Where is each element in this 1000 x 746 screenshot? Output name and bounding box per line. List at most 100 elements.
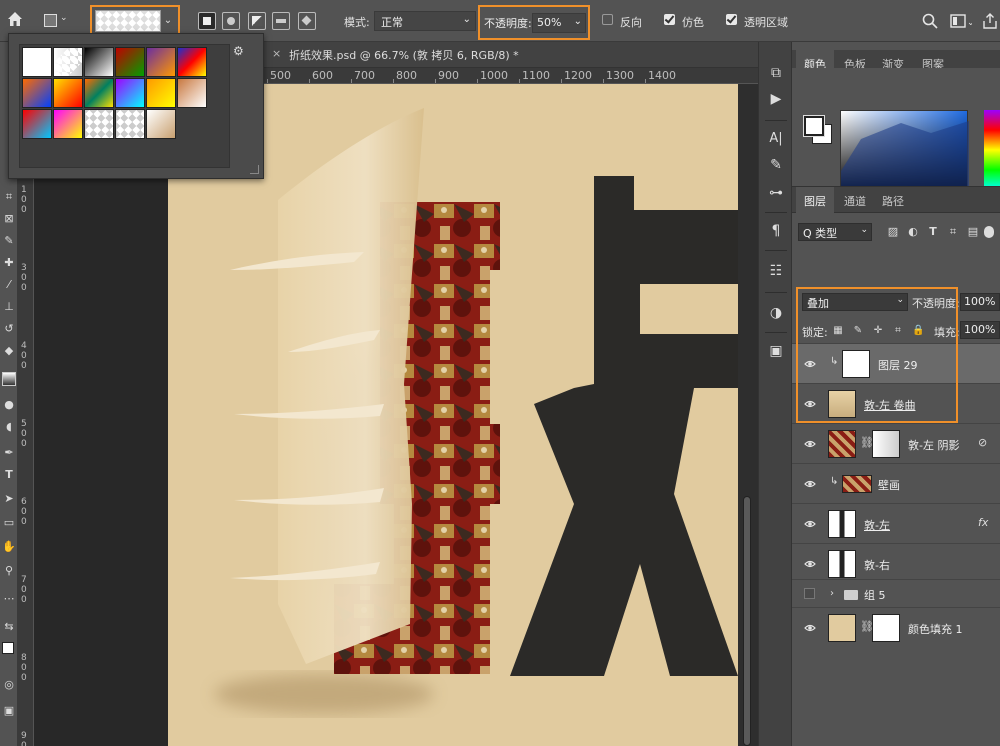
linear-gradient-button[interactable]	[198, 12, 216, 30]
zoom-tool-icon[interactable]: ⚲	[2, 564, 16, 578]
eye-icon[interactable]	[804, 622, 816, 634]
fx-icon[interactable]: fx	[978, 516, 988, 529]
brush-tool-icon[interactable]: ⁄	[2, 278, 16, 292]
pen-tool-icon[interactable]: ✒	[2, 446, 16, 460]
tab-channels[interactable]: 通道	[836, 187, 874, 213]
layer-mask-thumbnail[interactable]	[872, 430, 900, 458]
gradient-preset-swatch[interactable]	[22, 47, 52, 77]
vertical-scrollbar[interactable]	[738, 84, 758, 746]
lock-all-icon[interactable]: 🔒	[912, 325, 924, 337]
tab-paths[interactable]: 路径	[874, 187, 912, 213]
type-tool-icon[interactable]: T	[2, 468, 16, 482]
gradient-preset-swatch[interactable]	[146, 109, 176, 139]
lock-artboard-icon[interactable]: ⌗	[892, 325, 904, 337]
properties-panel-icon[interactable]: ◑	[767, 304, 785, 322]
mode-select[interactable]: 正常 ⌄	[374, 11, 476, 31]
history-panel-icon[interactable]: ⧉	[767, 64, 785, 82]
layer-row[interactable]: ⛓ 敦-左 阴影 ⊘	[792, 423, 1000, 463]
swap-colors-icon[interactable]: ⇆	[2, 620, 16, 634]
gradient-preset-swatch[interactable]	[146, 47, 176, 77]
path-select-icon[interactable]: ➤	[2, 492, 16, 506]
reverse-checkbox[interactable]	[602, 14, 613, 25]
tool-presets-icon[interactable]: ⊶	[767, 184, 785, 202]
radial-gradient-button[interactable]	[222, 12, 240, 30]
visibility-toggle[interactable]	[804, 588, 815, 599]
dodge-tool-icon[interactable]: ◖	[2, 420, 16, 434]
brush-panel-icon[interactable]: ✎	[767, 156, 785, 174]
gradient-preset-swatch[interactable]	[146, 78, 176, 108]
layer-row[interactable]: › 组 5	[792, 579, 1000, 607]
gradient-preset-swatch[interactable]	[84, 47, 114, 77]
scrollbar-thumb[interactable]	[743, 496, 751, 746]
layer-opacity-input[interactable]: 100%	[960, 293, 1000, 311]
close-tab-icon[interactable]: ×	[272, 47, 281, 60]
lock-position-icon[interactable]: ✛	[872, 325, 884, 337]
angle-gradient-button[interactable]	[248, 12, 266, 30]
screen-mode-icon[interactable]: ▣	[2, 704, 16, 718]
foreground-color-swatch[interactable]	[2, 642, 14, 654]
layer-row[interactable]: ⛓ 颜色填充 1	[792, 607, 1000, 647]
layer-row[interactable]: ↳ 图层 29	[792, 343, 1000, 383]
filter-pixel-icon[interactable]: ▨	[886, 225, 900, 239]
gradient-preset-swatch[interactable]	[53, 47, 83, 77]
eye-icon[interactable]	[804, 558, 816, 570]
character-panel-icon[interactable]: A|	[767, 130, 785, 148]
gradient-preset-swatch[interactable]	[115, 47, 145, 77]
chevron-down-icon[interactable]: ⌄	[161, 10, 175, 32]
eye-icon[interactable]	[804, 358, 816, 370]
layer-mask-thumbnail[interactable]	[872, 614, 900, 642]
frame-tool-icon[interactable]: ⊠	[2, 212, 16, 226]
blend-mode-select[interactable]: 叠加 ⌄	[802, 293, 908, 311]
gradient-preset-swatch[interactable]	[115, 78, 145, 108]
fill-input[interactable]: 100%	[960, 321, 1000, 339]
document-tab[interactable]: × 折纸效果.psd @ 66.7% (敦 拷贝 6, RGB/8) *	[262, 42, 758, 68]
quick-mask-icon[interactable]: ◎	[2, 678, 16, 692]
opacity-input[interactable]: 50% ⌄	[532, 13, 586, 33]
gradient-preset-swatch[interactable]	[177, 47, 207, 77]
gradient-preset-swatch[interactable]	[53, 109, 83, 139]
lock-pixels-icon[interactable]: ✎	[852, 325, 864, 337]
diamond-gradient-button[interactable]	[298, 12, 316, 30]
canvas[interactable]	[34, 84, 758, 746]
actions-play-icon[interactable]: ▶	[767, 90, 785, 108]
search-icon[interactable]	[922, 13, 938, 29]
reflected-gradient-button[interactable]	[272, 12, 290, 30]
history-brush-icon[interactable]: ↺	[2, 322, 16, 336]
lock-transparent-icon[interactable]: ▦	[832, 325, 844, 337]
layer-row[interactable]: 敦-左 卷曲	[792, 383, 1000, 423]
libraries-panel-icon[interactable]: ▣	[767, 342, 785, 360]
home-icon[interactable]	[6, 10, 24, 28]
eyedropper-tool-icon[interactable]: ✎	[2, 234, 16, 248]
chevron-down-icon[interactable]: ⌄	[574, 16, 582, 27]
layer-row[interactable]: 敦-右	[792, 543, 1000, 583]
color-field[interactable]	[840, 110, 969, 191]
hue-slider[interactable]	[984, 110, 1000, 190]
filter-shape-icon[interactable]: ⌗	[946, 225, 960, 239]
gradient-preset-swatch[interactable]	[84, 78, 114, 108]
chevron-right-icon[interactable]: ›	[830, 588, 834, 599]
filter-adjust-icon[interactable]: ◐	[906, 225, 920, 239]
foreground-color-chip[interactable]	[804, 116, 824, 136]
layer-filter-select[interactable]: Q 类型 ⌄	[798, 223, 872, 241]
layer-row[interactable]: ↳ 壁画	[792, 463, 1000, 503]
rectangle-tool-icon[interactable]: ▭	[2, 516, 16, 530]
gradient-swatch[interactable]	[95, 10, 161, 32]
gradient-preset-swatch[interactable]	[115, 109, 145, 139]
hand-tool-icon[interactable]: ✋	[2, 540, 16, 554]
workspace-icon[interactable]: ⌄	[950, 13, 972, 29]
eye-icon[interactable]	[804, 398, 816, 410]
crop-tool-icon[interactable]: ⌗	[2, 190, 16, 204]
dither-checkbox[interactable]	[664, 14, 675, 25]
eye-icon[interactable]	[804, 478, 816, 490]
eye-icon[interactable]	[804, 438, 816, 450]
filter-smart-icon[interactable]: ▤	[966, 225, 980, 239]
layer-row[interactable]: 敦-左 fx	[792, 503, 1000, 543]
gradient-preset-swatch[interactable]	[22, 78, 52, 108]
more-tools-icon[interactable]: ⋯	[2, 592, 16, 606]
tab-layers[interactable]: 图层	[796, 187, 834, 213]
tool-preset-picker[interactable]: ⌄	[44, 12, 68, 30]
filter-type-icon[interactable]: T	[926, 225, 940, 239]
paragraph-panel-icon[interactable]: ¶	[767, 222, 785, 240]
gradient-preset-swatch[interactable]	[22, 109, 52, 139]
adjustments-panel-icon[interactable]: ☷	[767, 262, 785, 280]
